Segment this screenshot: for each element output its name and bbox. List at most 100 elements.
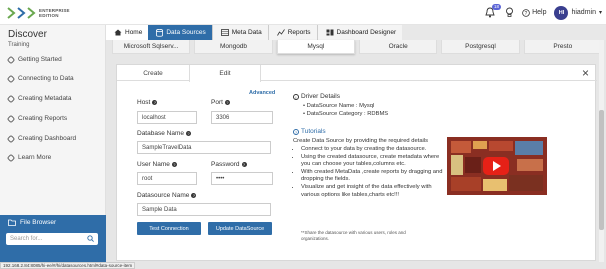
sidebar-item-learn-more[interactable]: Learn More <box>6 153 52 162</box>
app-logo[interactable]: ENTERPRISE EDITION <box>6 4 104 21</box>
user-name-field[interactable]: root <box>137 172 197 185</box>
sidebar-item-label: Creating Metadata <box>18 95 72 102</box>
breadcrumb-label: Reports <box>287 29 311 36</box>
advanced-link[interactable]: Advanced <box>249 90 275 96</box>
diamond-icon <box>6 94 16 103</box>
tutorial-video-thumbnail[interactable] <box>447 137 547 195</box>
home-icon <box>114 29 122 36</box>
breadcrumb-dashboard-designer[interactable]: Dashboard Designer <box>316 25 403 40</box>
database-icon <box>156 28 164 37</box>
top-bar: ENTERPRISE EDITION 18 ? Help HI hiadmin … <box>0 0 606 25</box>
database-name-field[interactable]: SampleTravelData <box>137 141 271 154</box>
host-label: Host ? <box>137 99 158 106</box>
file-browser-label: File Browser <box>20 219 57 226</box>
breadcrumb-data-sources[interactable]: Data Sources <box>148 25 212 40</box>
host-label-text: Host <box>137 99 151 106</box>
lightbulb-icon[interactable] <box>505 7 514 18</box>
user-name: hiadmin <box>571 9 596 16</box>
sidebar-subtitle: Training <box>8 42 30 48</box>
sidebar-item-creating-metadata[interactable]: Creating Metadata <box>6 94 72 103</box>
user-menu[interactable]: HI hiadmin ▾ <box>554 5 602 20</box>
logo-line2: EDITION <box>39 12 59 18</box>
port-label-text: Port <box>211 99 223 106</box>
test-connection-button[interactable]: Test Connection <box>137 222 201 235</box>
svg-text:?: ? <box>525 11 528 17</box>
tab-postgresql[interactable]: Postgresql <box>441 40 520 54</box>
info-icon: ? <box>152 100 158 105</box>
diamond-icon <box>6 55 16 64</box>
sidebar-title: Discover <box>8 29 47 40</box>
host-field[interactable]: localhost <box>137 111 197 124</box>
reports-icon <box>276 29 285 36</box>
share-note: **Share the datasource with various user… <box>301 230 406 241</box>
breadcrumb-label: Home <box>125 29 143 36</box>
diamond-icon <box>6 114 16 123</box>
update-datasource-button[interactable]: Update DataSource <box>208 222 272 235</box>
file-search-input[interactable]: Search for... <box>6 233 98 245</box>
page-scrollbar[interactable] <box>599 40 604 262</box>
sidebar-item-label: Learn More <box>18 154 52 161</box>
datasource-name-field[interactable]: Sample Data <box>137 203 271 216</box>
port-field[interactable]: 3306 <box>211 111 273 124</box>
password-label: Password ? <box>211 161 247 168</box>
tutorials-list: Connect to your data by creating the dat… <box>293 146 443 199</box>
datasource-name-label-text: Datasource Name <box>137 192 190 199</box>
close-icon[interactable]: × <box>582 67 589 79</box>
breadcrumb-home[interactable]: Home <box>106 25 149 40</box>
notifications-button[interactable]: 18 <box>485 3 502 19</box>
search-icon[interactable] <box>87 235 94 242</box>
tutorials-heading[interactable]: ? Tutorials <box>293 128 326 135</box>
info-circle-icon: i <box>293 93 299 100</box>
datasource-name-label: Datasource Name ? <box>137 192 197 199</box>
modal-tabs: Create Edit × <box>117 65 597 82</box>
play-icon[interactable] <box>483 157 509 175</box>
scrollbar-thumb[interactable] <box>599 110 604 230</box>
list-item: With created MetaData ,create reports by… <box>301 169 443 184</box>
file-browser-header[interactable]: File Browser <box>8 219 56 226</box>
help-button[interactable]: ? Help <box>522 8 547 17</box>
metadata-icon <box>220 29 229 36</box>
question-circle-icon: ? <box>293 128 299 135</box>
avatar: HI <box>554 5 569 20</box>
password-field[interactable]: •••• <box>211 172 273 185</box>
breadcrumb: Home Data Sources Meta Data Reports Dash… <box>106 25 606 40</box>
dashboard-icon <box>326 29 333 36</box>
file-search-placeholder: Search for... <box>10 236 43 242</box>
sidebar-item-connecting-to-data[interactable]: Connecting to Data <box>6 74 74 83</box>
sidebar-item-creating-reports[interactable]: Creating Reports <box>6 114 67 123</box>
driver-category-text: DataSource Category : RDBMS <box>306 111 389 117</box>
user-name-label: User Name ? <box>137 161 177 168</box>
database-name-label: Database Name ? <box>137 130 191 137</box>
tab-oracle[interactable]: Oracle <box>358 40 438 54</box>
tab-microsoft-sqlserver[interactable]: Microsoft Sqlserv... <box>112 40 191 54</box>
breadcrumb-reports[interactable]: Reports <box>267 25 317 40</box>
diamond-icon <box>6 74 16 83</box>
tab-create[interactable]: Create <box>117 65 189 81</box>
tab-edit[interactable]: Edit <box>189 65 261 82</box>
help-label: Help <box>532 9 547 16</box>
tab-presto[interactable]: Presto <box>523 40 602 54</box>
port-label: Port ? <box>211 99 230 106</box>
info-icon: ? <box>241 162 247 167</box>
driver-details-heading-text: Driver Details <box>301 93 341 100</box>
sidebar-item-getting-started[interactable]: Getting Started <box>6 55 62 64</box>
breadcrumb-meta-data[interactable]: Meta Data <box>211 25 268 40</box>
tab-mysql[interactable]: Mysql <box>276 40 355 54</box>
datasource-edit-modal: Create Edit × Advanced Host ? localhost … <box>116 64 597 261</box>
list-item: Connect to your data by creating the dat… <box>301 146 443 154</box>
info-icon: ? <box>191 193 197 198</box>
sidebar-item-creating-dashboard[interactable]: Creating Dashboard <box>6 134 77 143</box>
sidebar: Discover Training Getting Started Connec… <box>0 25 106 269</box>
user-name-label-text: User Name <box>137 161 170 168</box>
help-icon: ? <box>522 8 530 17</box>
breadcrumb-label: Dashboard Designer <box>336 29 397 36</box>
list-item: Using the created datasource, create met… <box>301 154 443 169</box>
diamond-icon <box>6 134 16 143</box>
driver-details-heading: i Driver Details <box>293 93 340 100</box>
notification-count-badge: 18 <box>492 3 502 10</box>
breadcrumb-label: Meta Data <box>231 29 262 36</box>
sidebar-item-label: Creating Dashboard <box>18 135 77 142</box>
info-icon: ? <box>185 131 191 136</box>
tab-mongodb[interactable]: Mongodb <box>194 40 273 54</box>
breadcrumb-label: Data Sources <box>166 29 206 36</box>
